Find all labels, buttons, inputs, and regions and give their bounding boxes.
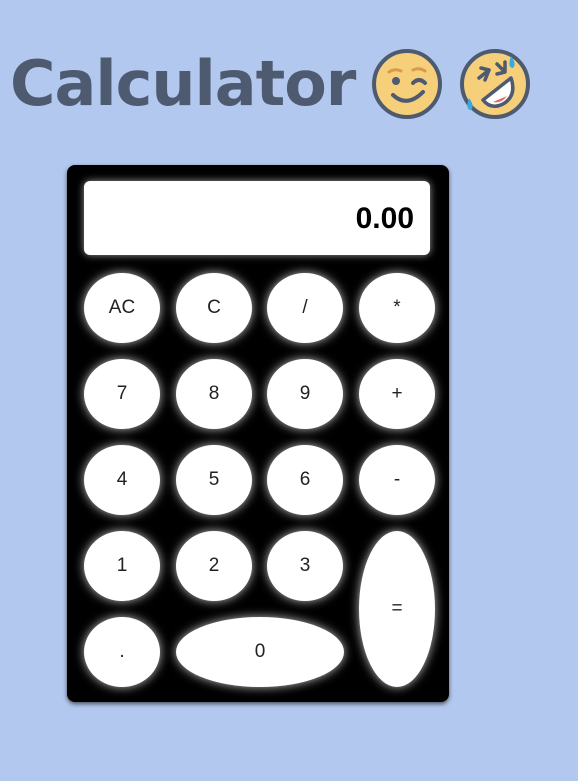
digit-7-button[interactable]: 7 [84,359,160,429]
plus-button[interactable]: + [359,359,435,429]
decimal-button[interactable]: . [84,617,160,687]
digit-0-button[interactable]: 0 [176,617,344,687]
page-title: Calculator [10,47,356,120]
digit-3-button[interactable]: 3 [267,531,343,601]
digit-2-button[interactable]: 2 [176,531,252,601]
digit-4-button[interactable]: 4 [84,445,160,515]
minus-button[interactable]: - [359,445,435,515]
divide-button[interactable]: / [267,273,343,343]
rolling-on-floor-laughing-icon [459,48,531,120]
digit-5-button[interactable]: 5 [176,445,252,515]
header: Calculator [10,44,531,124]
digit-1-button[interactable]: 1 [84,531,160,601]
calculator: 0.00 AC C / * 7 8 9 + 4 5 6 - 1 2 3 = . … [67,165,449,702]
all-clear-button[interactable]: AC [84,273,160,343]
winking-face-icon [371,48,443,120]
clear-button[interactable]: C [176,273,252,343]
equals-button[interactable]: = [359,531,435,687]
digit-6-button[interactable]: 6 [267,445,343,515]
calculator-display: 0.00 [84,181,430,255]
multiply-button[interactable]: * [359,273,435,343]
digit-9-button[interactable]: 9 [267,359,343,429]
digit-8-button[interactable]: 8 [176,359,252,429]
